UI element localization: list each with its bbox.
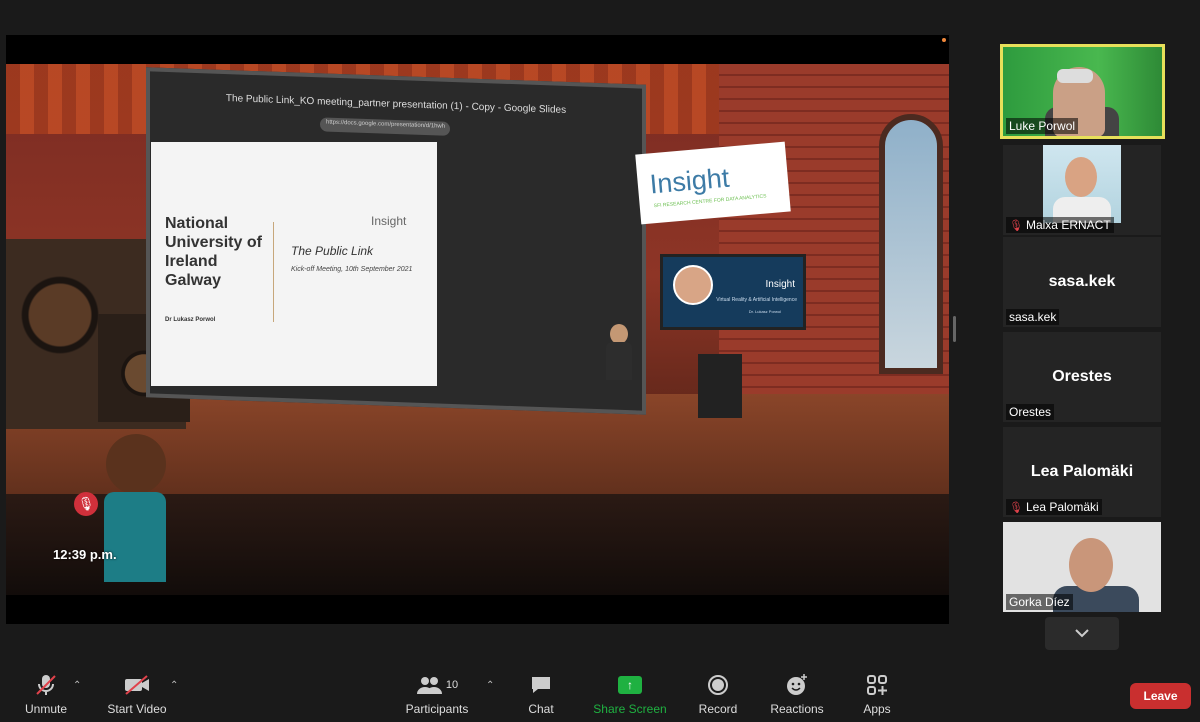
tv-avatar: [673, 265, 713, 305]
mic-muted-icon: 🎙: [1009, 501, 1023, 514]
chevron-down-icon: [1075, 629, 1089, 638]
record-button[interactable]: Record: [673, 672, 763, 716]
chat-button[interactable]: Chat: [496, 672, 586, 716]
chat-icon: [530, 672, 552, 698]
apps-button[interactable]: Apps: [832, 672, 922, 716]
tv-logo: Insight: [765, 279, 795, 290]
caret-up-icon[interactable]: ⌃: [73, 680, 81, 691]
podium: [698, 354, 742, 418]
participant-tile[interactable]: 🎙 Maixa ERNACT: [1003, 145, 1161, 235]
participants-icon: 10: [416, 672, 458, 698]
participant-tile[interactable]: Lea Palomäki 🎙 Lea Palomäki: [1003, 427, 1161, 517]
slide-title: The Public Link: [291, 244, 374, 258]
shared-video[interactable]: The Public Link_KO meeting_partner prese…: [6, 35, 949, 624]
participant-tile[interactable]: Gorka Díez: [1003, 522, 1161, 612]
participant-tile[interactable]: Luke Porwol: [1000, 44, 1165, 139]
status-dot: [942, 38, 946, 42]
participant-name: 🎙 Lea Palomäki: [1006, 499, 1102, 515]
insight-banner: Insight SFI RESEARCH CENTRE FOR DATA ANA…: [635, 141, 791, 225]
slide-logo: Insight: [371, 214, 407, 228]
slide-divider: [273, 222, 274, 322]
participants-button[interactable]: 10 Participants: [392, 672, 482, 716]
mic-muted-icon: 🎙: [1009, 219, 1023, 232]
more-participants-button[interactable]: [1045, 617, 1119, 650]
virtual-stage-scene: The Public Link_KO meeting_partner prese…: [6, 64, 949, 595]
presenter-avatar: [604, 324, 634, 386]
participant-display-name: sasa.kek: [1048, 273, 1116, 290]
share-screen-icon: ↑: [618, 672, 642, 698]
reactions-button[interactable]: Reactions: [752, 672, 842, 716]
participant-tile[interactable]: Orestes Orestes: [1003, 332, 1161, 422]
slide-university: National University of Ireland Galway: [165, 215, 262, 289]
participants-count: 10: [445, 679, 459, 691]
mic-muted-icon: [34, 672, 58, 698]
caret-up-icon[interactable]: ⌃: [170, 680, 178, 691]
mic-muted-icon: 🎙: [74, 492, 98, 516]
start-video-button[interactable]: Start Video: [92, 672, 182, 716]
resize-handle[interactable]: [953, 316, 956, 342]
participant-name: Gorka Díez: [1006, 594, 1073, 610]
participant-name: Luke Porwol: [1006, 118, 1079, 134]
clock: 12:39 p.m.: [53, 547, 117, 562]
participant-display-name: Lea Palomäki: [1030, 463, 1134, 480]
unmute-button[interactable]: Unmute: [1, 672, 91, 716]
share-screen-button[interactable]: ↑ Share Screen: [585, 672, 675, 716]
slide: Insight National University of Ireland G…: [151, 142, 437, 386]
participant-name: 🎙 Maixa ERNACT: [1006, 217, 1114, 233]
arched-window: [879, 114, 943, 374]
participant-video: [1043, 145, 1121, 223]
record-icon: [708, 672, 728, 698]
slide-subtitle: Kick-off Meeting, 10th September 2021: [291, 266, 413, 273]
leave-button[interactable]: Leave: [1130, 683, 1191, 709]
participant-tile[interactable]: sasa.kek sasa.kek: [1003, 237, 1161, 327]
participant-name: Orestes: [1006, 404, 1055, 420]
participant-name: sasa.kek: [1006, 309, 1060, 325]
banner-text: Insight: [648, 162, 731, 200]
meeting-toolbar: Unmute ⌃ Start Video ⌃ 10 Participants ⌃…: [0, 662, 1200, 722]
tv-line2: Dr. Lukasz Porwol: [748, 309, 781, 314]
tv-line: Virtual Reality & Artificial Intelligenc…: [716, 297, 797, 303]
caret-up-icon[interactable]: ⌃: [486, 680, 494, 691]
apps-icon: [866, 672, 888, 698]
participant-display-name: Orestes: [1052, 368, 1112, 385]
user-avatar: [98, 434, 178, 595]
smile-icon: [785, 672, 809, 698]
tv-screen: Insight Virtual Reality & Artificial Int…: [660, 254, 806, 330]
slide-author: Dr Lukasz Porwol: [165, 317, 216, 323]
video-off-icon: [123, 672, 151, 698]
